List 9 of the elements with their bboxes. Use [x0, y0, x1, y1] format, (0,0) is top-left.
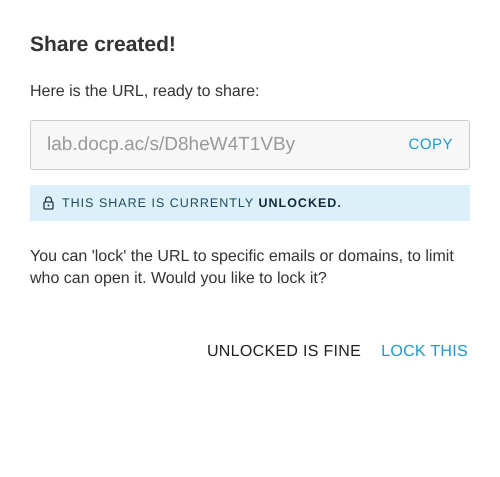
message-text: You can 'lock' the URL to specific emails or domains, to limit who can open it. Would you like to lock it? — [30, 247, 455, 289]
lock-button[interactable]: LOCK THIS — [381, 340, 468, 364]
dismiss-button[interactable]: UNLOCKED IS FINE — [206, 340, 362, 364]
url-field[interactable]: lab.docp.ac/s/D8heW4T1VBy COPY — [30, 120, 470, 170]
notice-text: THIS SHARE IS CURRENTLY UNLOCKED. — [62, 194, 342, 212]
intro-text: Here is the URL, ready to share: — [30, 82, 260, 102]
padlock-icon — [43, 196, 54, 210]
dialog-title: Share created! — [30, 32, 177, 58]
copy-button[interactable]: COPY — [408, 134, 453, 156]
